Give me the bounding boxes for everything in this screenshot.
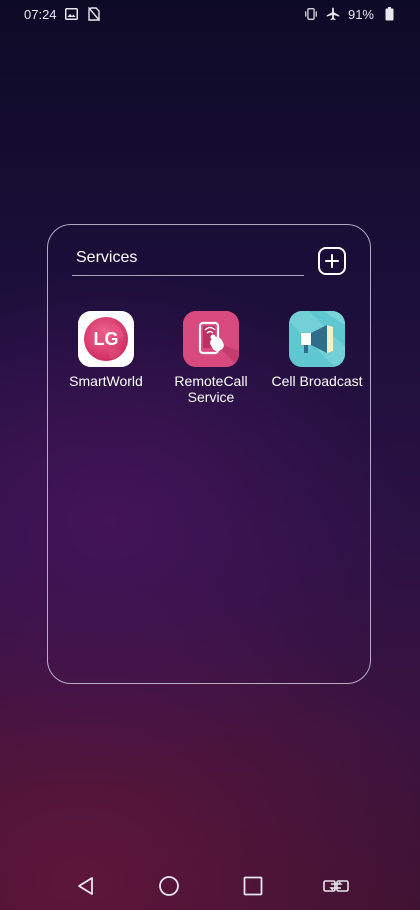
lg-smartworld-icon: LG <box>78 311 134 367</box>
app-label: Cell Broadcast <box>262 373 372 389</box>
dual-window-button[interactable] <box>320 872 352 900</box>
status-bar: 07:24 91% <box>0 0 420 28</box>
status-right: 91% <box>304 7 396 22</box>
plus-icon <box>325 254 339 268</box>
remotecall-icon <box>183 311 239 367</box>
app-label-line1: RemoteCall <box>174 373 248 389</box>
vibrate-icon <box>304 7 318 21</box>
gallery-icon <box>65 7 79 21</box>
home-icon <box>159 876 179 896</box>
navigation-bar <box>0 862 420 910</box>
battery-icon <box>382 7 396 21</box>
app-smartworld[interactable]: LG SmartWorld <box>51 311 161 389</box>
status-left: 07:24 <box>24 7 101 22</box>
app-label-line2: Service <box>187 389 235 405</box>
back-button[interactable] <box>70 872 102 900</box>
app-label-line1: SmartWorld <box>69 373 143 389</box>
app-cell-broadcast[interactable]: Cell Broadcast <box>262 311 372 389</box>
add-app-button[interactable] <box>318 247 346 275</box>
folder-name-field[interactable]: Services <box>72 247 304 276</box>
back-icon <box>78 877 93 895</box>
app-remotecall-service[interactable]: RemoteCall Service <box>156 311 266 405</box>
folder-panel: Services LG SmartWorld RemoteCall Servic… <box>47 224 371 684</box>
app-label: SmartWorld <box>51 373 161 389</box>
lg-logo-text: LG <box>94 329 119 349</box>
folder-title[interactable]: Services <box>76 249 137 267</box>
home-button[interactable] <box>153 872 185 900</box>
airplane-icon <box>326 7 340 21</box>
dual-window-icon <box>323 880 349 892</box>
app-label: RemoteCall Service <box>156 373 266 405</box>
status-time: 07:24 <box>24 6 57 22</box>
cell-broadcast-icon <box>289 311 345 367</box>
recents-button[interactable] <box>237 872 269 900</box>
no-sim-icon <box>87 7 101 21</box>
recents-icon <box>243 876 263 896</box>
battery-percent: 91% <box>347 6 374 22</box>
app-label-line1: Cell Broadcast <box>271 373 363 389</box>
